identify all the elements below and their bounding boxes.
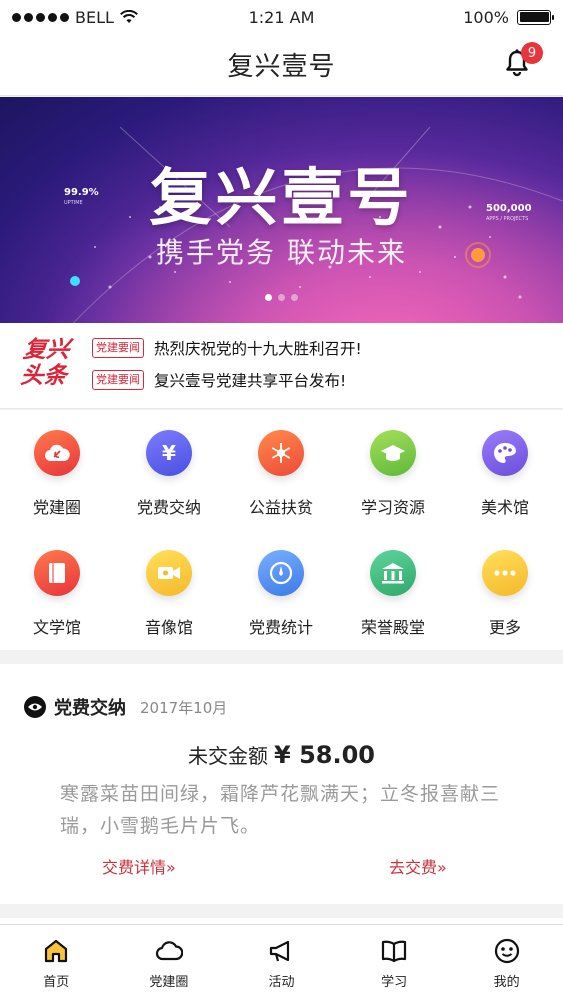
museum-icon <box>370 550 416 596</box>
pager-dot[interactable] <box>265 294 272 301</box>
grid-item-audio-video[interactable]: 音像馆 <box>113 550 225 660</box>
eye-icon <box>24 696 46 718</box>
nav-bar: 复兴壹号 9 <box>0 34 563 96</box>
news-item[interactable]: 党建要闻 复兴壹号党建共享平台发布! <box>92 369 346 391</box>
status-bar: BELL 1:21 AM 100% <box>0 0 563 34</box>
book-icon <box>34 550 80 596</box>
dues-card-header: 党费交纳 2017年10月 <box>24 694 227 720</box>
dues-card: 党费交纳 2017年10月 未交金额 ¥ 58.00 寒露菜苗田间绿，霜降芦花飘满… <box>0 664 563 904</box>
grid-item-more[interactable]: 更多 <box>449 550 561 660</box>
feature-grid: 党建圈 ¥ 党费交纳 公益扶贫 学习资源 美术馆 文学馆 音像馆 党费统计 荣誉… <box>0 410 563 650</box>
pay-now-link[interactable]: 去交费» <box>389 854 447 878</box>
grid-item-dues-statistics[interactable]: 党费统计 <box>225 550 337 660</box>
headline-logo: 复兴 头条 <box>19 337 71 389</box>
grid-item-charity[interactable]: 公益扶贫 <box>225 430 337 540</box>
cloud-icon <box>155 941 183 961</box>
book-open-icon <box>381 940 407 963</box>
smiley-icon <box>494 938 519 964</box>
wifi-icon <box>120 10 138 23</box>
grid-item-hall-of-honor[interactable]: 荣誉殿堂 <box>337 550 449 660</box>
megaphone-icon <box>270 940 290 962</box>
dues-card-title: 党费交纳 <box>54 698 126 719</box>
tab-bar: 首页 党建圈 活动 学习 我的 <box>0 924 563 1000</box>
news-tag: 党建要闻 <box>92 338 144 358</box>
pager-dot[interactable] <box>278 294 285 301</box>
pager-dot[interactable] <box>291 294 298 301</box>
page-title: 复兴壹号 <box>227 52 336 82</box>
tab-party-circle[interactable]: 党建圈 <box>113 925 226 1000</box>
battery-percent: 100% <box>463 7 509 27</box>
news-title: 热烈庆祝党的十九大胜利召开! <box>154 340 362 358</box>
tab-home[interactable]: 首页 <box>0 925 113 1000</box>
dues-card-poem: 寒露菜苗田间绿，霜降芦花飘满天；立冬报喜献三瑞，小雪鹅毛片片飞。 <box>60 783 501 837</box>
news-title: 复兴壹号党建共享平台发布! <box>154 372 347 390</box>
banner-subtitle: 携手党务 联动未来 <box>156 236 407 269</box>
snowflake-icon <box>258 430 304 476</box>
graduation-cap-icon <box>370 430 416 476</box>
more-icon <box>482 550 528 596</box>
palette-icon <box>482 430 528 476</box>
home-icon <box>45 939 68 963</box>
grid-item-literature[interactable]: 文学馆 <box>1 550 113 660</box>
carrier-label: BELL <box>75 7 114 27</box>
yuan-icon: ¥ <box>146 430 192 476</box>
grid-item-learning-resources[interactable]: 学习资源 <box>337 430 449 540</box>
news-tag: 党建要闻 <box>92 370 144 390</box>
news-item[interactable]: 党建要闻 热烈庆祝党的十九大胜利召开! <box>92 337 362 359</box>
headline-news: 复兴 头条 党建要闻 热烈庆祝党的十九大胜利召开! 党建要闻 复兴壹号党建共享平… <box>0 323 563 409</box>
tab-me[interactable]: 我的 <box>450 925 563 1000</box>
tab-study[interactable]: 学习 <box>338 925 451 1000</box>
compass-icon <box>258 550 304 596</box>
banner-stat-uptime: 99.9% UPTIME <box>64 187 99 206</box>
unpaid-amount: 未交金额 ¥ 58.00 <box>188 741 375 769</box>
party-cloud-icon <box>34 430 80 476</box>
tab-activities[interactable]: 活动 <box>225 925 338 1000</box>
payment-details-link[interactable]: 交费详情» <box>102 854 176 878</box>
notification-button[interactable]: 9 <box>503 42 543 78</box>
grid-item-art-gallery[interactable]: 美术馆 <box>449 430 561 540</box>
grid-item-party-circle[interactable]: 党建圈 <box>1 430 113 540</box>
banner-stat-projects: 500,000 APPS / PROJECTS <box>486 203 532 222</box>
carousel-pager[interactable] <box>0 294 563 301</box>
notification-badge: 9 <box>521 42 543 64</box>
signal-strength-icon <box>12 12 69 22</box>
dues-card-date: 2017年10月 <box>140 698 228 717</box>
battery-icon <box>517 9 554 25</box>
grid-item-dues-payment[interactable]: ¥ 党费交纳 <box>113 430 225 540</box>
video-camera-icon <box>146 550 192 596</box>
banner-carousel[interactable]: 复兴壹号 携手党务 联动未来 99.9% UPTIME 500,000 APPS /… <box>0 97 563 323</box>
